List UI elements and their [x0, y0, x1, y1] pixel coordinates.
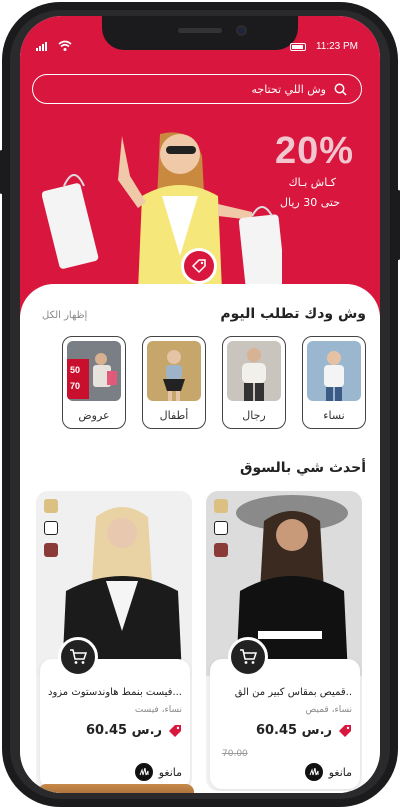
status-time: 11:23 PM — [315, 41, 358, 52]
brand-logo-icon — [304, 763, 323, 781]
category-women[interactable]: نساء — [302, 336, 366, 429]
search-placeholder: وش اللي تحتاجه — [251, 82, 326, 96]
category-label: أطفال — [159, 409, 189, 422]
category-offers[interactable]: 50 70 عروض — [62, 336, 126, 429]
status-bar: 11:23 PM — [20, 38, 380, 58]
discount-tag-icon — [169, 724, 181, 737]
cart-icon — [240, 649, 257, 664]
product-name: قميص بمقاس كبير من الق.. — [234, 687, 352, 698]
category-kids[interactable]: أطفال — [142, 336, 206, 429]
product-price-row: 60.45 ر.س — [256, 723, 352, 738]
category-kids-image — [147, 341, 201, 401]
add-to-cart-button[interactable] — [228, 637, 268, 677]
category-men[interactable]: رجال — [222, 336, 286, 429]
product-info: قميص بمقاس كبير من الق.. نساء، قميص 60.4… — [210, 659, 360, 789]
product-category: نساء، فيست — [134, 705, 182, 715]
search-icon[interactable] — [334, 83, 347, 96]
swatch-white[interactable] — [44, 521, 58, 535]
product-info: فيست بنمط هاوندستوث مزود... نساء، فيست 6… — [40, 659, 190, 789]
wifi-icon — [58, 40, 72, 51]
swatch-white[interactable] — [214, 521, 228, 535]
latest-section-title: أحدث شي بالسوق — [239, 460, 366, 476]
add-to-cart-button[interactable] — [58, 637, 98, 677]
speaker — [178, 28, 222, 33]
search-bar[interactable]: وش اللي تحتاجه — [32, 74, 362, 104]
product-category: نساء، قميص — [305, 705, 352, 715]
product-brand-row: مانغو — [134, 763, 182, 781]
swatch-maroon[interactable] — [44, 543, 58, 557]
promo-line-1: كـاش بـاك — [288, 176, 336, 189]
color-swatches — [44, 499, 58, 557]
today-section-title: وش ودك تطلب اليوم — [220, 306, 366, 322]
category-label: رجال — [242, 409, 266, 422]
promo-line-2: حتى 30 ريال — [279, 196, 340, 209]
category-men-image — [227, 341, 281, 401]
offer-poster-text-2: 70 — [70, 381, 80, 391]
color-swatches — [214, 499, 228, 557]
product-brand: مانغو — [328, 765, 352, 779]
product-price: 60.45 ر.س — [85, 723, 162, 738]
product-price: 60.45 ر.س — [255, 723, 332, 738]
app-screen: 11:23 PM وش اللي تحتاجه 20% كـاش بـاك حت… — [20, 16, 380, 793]
next-product-peek — [38, 784, 194, 793]
side-button-left — [0, 150, 3, 194]
discount-tag-icon — [339, 724, 351, 737]
product-price-row: 60.45 ر.س — [86, 723, 182, 738]
category-offers-image: 50 70 — [67, 341, 121, 401]
swatch-gold[interactable] — [44, 499, 58, 513]
category-label: عروض — [78, 409, 110, 422]
product-card[interactable]: قميص بمقاس كبير من الق.. نساء، قميص 60.4… — [206, 491, 362, 791]
promo-discount: 20% — [274, 130, 354, 172]
product-brand-row: مانغو — [304, 763, 352, 781]
product-card[interactable]: فيست بنمط هاوندستوث مزود... نساء، فيست 6… — [36, 491, 192, 791]
show-all-link[interactable]: إظهار الكل — [42, 310, 87, 321]
product-brand: مانغو — [158, 765, 182, 779]
front-camera — [236, 25, 247, 36]
swatch-maroon[interactable] — [214, 543, 228, 557]
signal-icon — [36, 42, 47, 51]
swatch-gold[interactable] — [214, 499, 228, 513]
battery-icon — [290, 43, 306, 51]
product-name: فيست بنمط هاوندستوث مزود... — [47, 687, 182, 698]
cart-icon — [70, 649, 87, 664]
category-women-image — [307, 341, 361, 401]
product-old-price: 70.00 — [222, 749, 248, 759]
tag-badge[interactable] — [181, 248, 217, 284]
offer-poster-text-1: 50 — [70, 365, 80, 375]
brand-logo-icon — [134, 763, 153, 781]
category-label: نساء — [323, 409, 345, 422]
tag-icon — [191, 259, 206, 274]
